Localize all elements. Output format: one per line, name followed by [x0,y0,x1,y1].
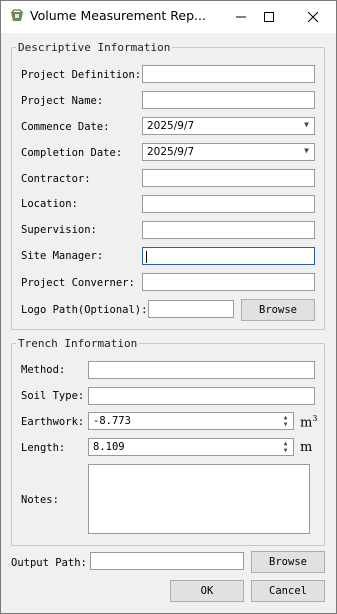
logo-path-input[interactable] [148,300,234,318]
output-path-input[interactable] [90,552,244,570]
output-path-label: Output Path: [11,557,87,569]
completion-date-label: Completion Date: [21,147,123,159]
spin-buttons[interactable]: ▲ ▼ [280,414,291,428]
location-input[interactable] [142,195,315,213]
earthwork-unit: m3 [300,414,318,431]
descriptive-info-legend: Descriptive Information [18,41,171,54]
window-title: Volume Measurement Rep... [30,8,206,23]
project-definition-label: Project Definition: [21,69,142,81]
supervision-label: Supervision: [21,224,97,236]
spin-down-icon[interactable]: ▼ [284,421,288,428]
length-unit: m [300,440,313,455]
length-value: 8.109 [93,441,125,453]
method-input[interactable] [88,361,315,379]
close-icon [307,11,319,23]
contractor-label: Contractor: [21,173,91,185]
commence-date-value: 2025/9/7 [147,120,195,132]
trench-info-legend: Trench Information [18,337,138,350]
cancel-button[interactable]: Cancel [251,580,325,602]
text-caret [146,251,147,263]
spin-buttons[interactable]: ▲ ▼ [280,440,291,454]
notes-label: Notes: [21,494,59,506]
project-converner-label: Project Converner: [21,277,135,289]
project-converner-input[interactable] [142,273,315,291]
length-spinbox[interactable]: 8.109 ▲ ▼ [88,438,294,456]
commence-date-label: Commence Date: [21,121,110,133]
notes-textarea[interactable] [88,464,310,534]
project-name-input[interactable] [142,91,315,109]
length-label: Length: [21,442,66,454]
completion-date-value: 2025/9/7 [147,146,195,158]
spin-up-icon[interactable]: ▲ [284,440,288,447]
close-button[interactable] [296,1,330,33]
earthwork-spinbox[interactable]: -8.773 ▲ ▼ [88,412,294,430]
app-icon [11,9,23,21]
contractor-input[interactable] [142,169,315,187]
completion-date-picker[interactable]: 2025/9/7 ▼ [142,143,315,161]
spin-up-icon[interactable]: ▲ [284,414,288,421]
site-manager-input[interactable] [142,247,315,265]
chevron-down-icon: ▼ [304,146,309,155]
supervision-input[interactable] [142,221,315,239]
project-definition-input[interactable] [142,65,315,83]
output-browse-button[interactable]: Browse [251,551,325,573]
commence-date-picker[interactable]: 2025/9/7 ▼ [142,117,315,135]
chevron-down-icon: ▼ [304,120,309,129]
logo-browse-button[interactable]: Browse [241,299,315,321]
location-label: Location: [21,198,78,210]
minimize-icon [236,16,246,18]
project-name-label: Project Name: [21,95,104,107]
site-manager-label: Site Manager: [21,250,104,262]
maximize-button[interactable] [252,1,286,33]
earthwork-label: Earthwork: [21,416,85,428]
soil-type-label: Soil Type: [21,390,85,402]
soil-type-input[interactable] [88,387,315,405]
earthwork-value: -8.773 [93,415,131,427]
title-bar[interactable]: Volume Measurement Rep... [1,1,336,33]
maximize-icon [264,12,274,22]
method-label: Method: [21,364,66,376]
logo-path-label: Logo Path(Optional): [21,304,148,316]
spin-down-icon[interactable]: ▼ [284,447,288,454]
ok-button[interactable]: OK [170,580,244,602]
dialog-window: Volume Measurement Rep... Descriptive In… [0,0,337,614]
